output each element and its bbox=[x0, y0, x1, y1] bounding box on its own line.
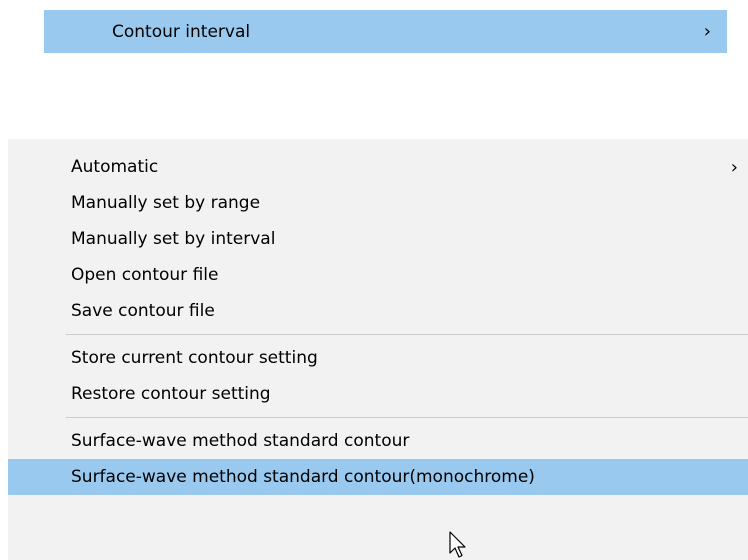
menu-item-label: Automatic bbox=[71, 157, 159, 177]
menu-item-restore-contour-setting[interactable]: Restore contour setting bbox=[8, 376, 748, 412]
menu-item-label: Contour interval bbox=[112, 21, 251, 42]
menu-item-open-contour-file[interactable]: Open contour file bbox=[8, 257, 748, 293]
menu-item-store-current-contour-setting[interactable]: Store current contour setting bbox=[8, 340, 748, 376]
menu-item-label: Open contour file bbox=[71, 265, 219, 285]
chevron-right-icon: › bbox=[703, 21, 711, 42]
menu-item-automatic[interactable]: Automatic › bbox=[8, 149, 748, 185]
menu-item-save-contour-file[interactable]: Save contour file bbox=[8, 293, 748, 329]
menu-item-label: Save contour file bbox=[71, 301, 215, 321]
menu-item-manually-set-by-interval[interactable]: Manually set by interval bbox=[8, 221, 748, 257]
menu-item-surface-wave-standard-contour-monochrome[interactable]: Surface-wave method standard contour(mon… bbox=[8, 459, 748, 495]
menu-item-label: Manually set by range bbox=[71, 193, 261, 213]
arrow-pointer-icon bbox=[449, 531, 466, 558]
menu-separator bbox=[66, 334, 748, 335]
menu-item-surface-wave-standard-contour[interactable]: Surface-wave method standard contour bbox=[8, 423, 748, 459]
screenshot-root: Contour interval › Automatic › Manually … bbox=[0, 0, 748, 560]
menu-item-label: Restore contour setting bbox=[71, 384, 271, 404]
menu-item-label: Surface-wave method standard contour(mon… bbox=[71, 467, 535, 487]
contour-interval-submenu: Automatic › Manually set by range Manual… bbox=[8, 139, 748, 560]
menu-separator bbox=[66, 417, 748, 418]
menu-item-contour-interval[interactable]: Contour interval › bbox=[44, 10, 727, 53]
menu-item-label: Surface-wave method standard contour bbox=[71, 431, 410, 451]
menu-item-manually-set-by-range[interactable]: Manually set by range bbox=[8, 185, 748, 221]
chevron-right-icon: › bbox=[730, 156, 738, 178]
menu-item-label: Manually set by interval bbox=[71, 229, 276, 249]
menu-item-label: Store current contour setting bbox=[71, 348, 318, 368]
